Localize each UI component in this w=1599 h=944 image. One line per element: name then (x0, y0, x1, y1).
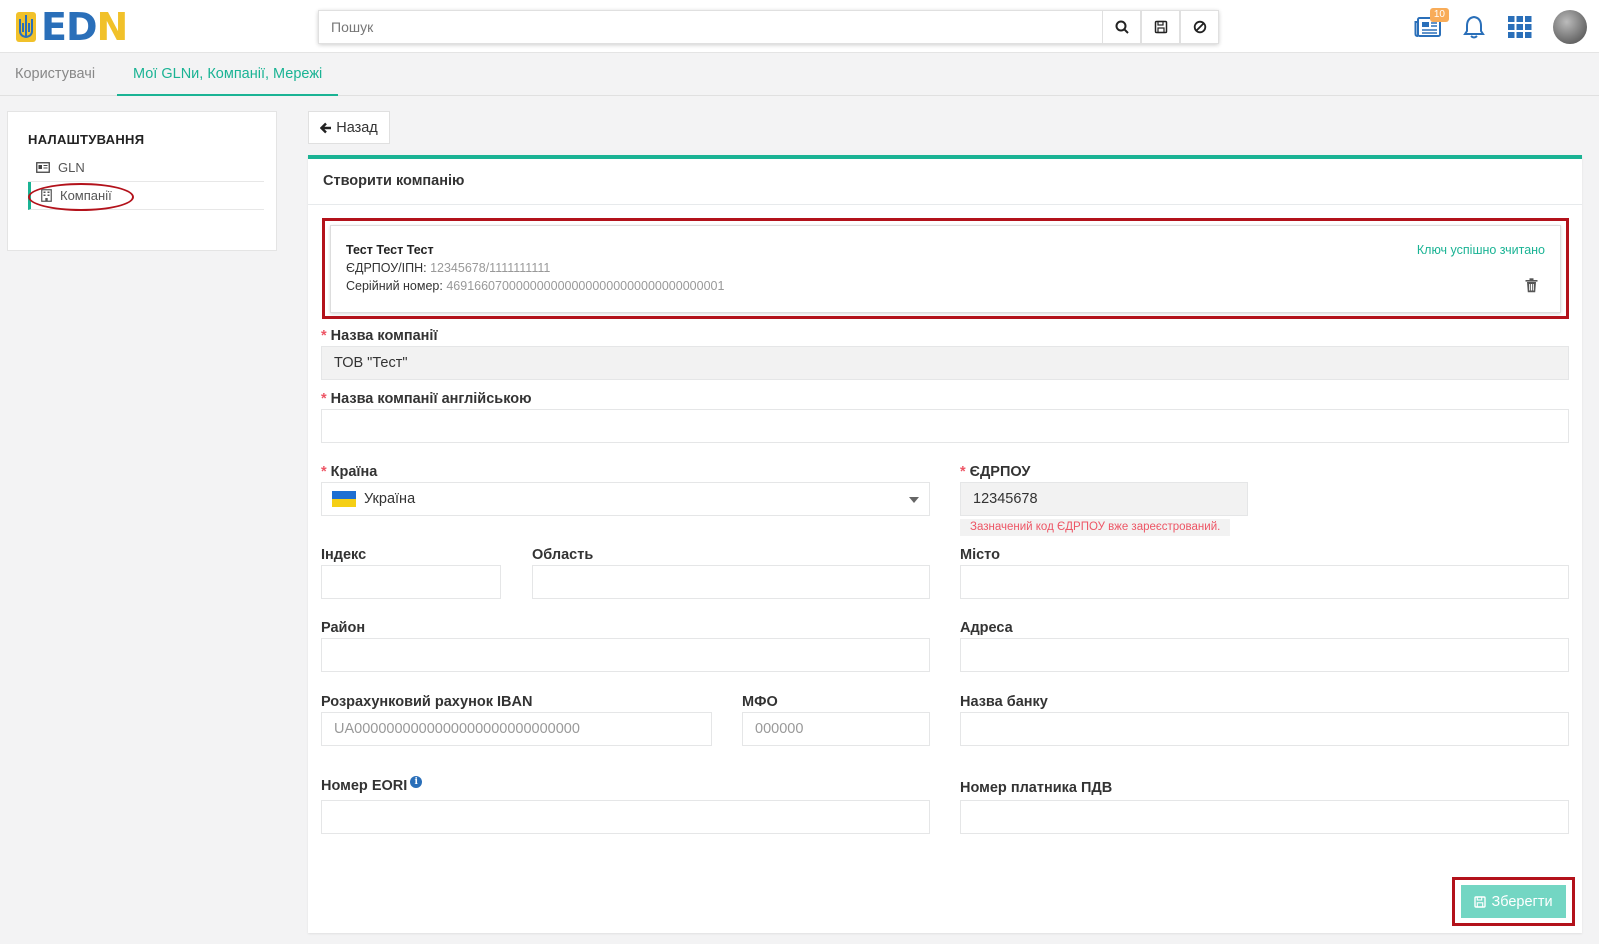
region-label: Область (532, 547, 594, 563)
mfo-field[interactable]: 000000 (742, 712, 930, 746)
back-button[interactable]: Назад (308, 111, 390, 144)
tab-users[interactable]: Користувачі (15, 53, 95, 96)
company-name-field[interactable]: ТОВ "Тест" (321, 346, 1569, 380)
logo-letters-yellow: N (96, 5, 129, 49)
floppy-icon (1154, 20, 1167, 34)
settings-sidebar: НАЛАШТУВАННЯ GLN Компанії (7, 111, 277, 251)
sidebar-title: НАЛАШТУВАННЯ (28, 132, 145, 147)
logo-text: EDN (41, 8, 128, 46)
save-search-button[interactable] (1141, 10, 1180, 44)
city-field[interactable] (960, 565, 1569, 599)
sidebar-item-gln[interactable]: GLN (28, 154, 264, 182)
mfo-label: МФО (742, 694, 778, 710)
vat-number-label: Номер платника ПДВ (960, 780, 1113, 796)
top-header: EDN 10 (0, 0, 1599, 53)
country-value: Україна (364, 491, 416, 507)
grid-icon (1508, 16, 1532, 38)
key-edrpou-label: ЄДРПОУ/ІПН: (346, 261, 427, 275)
search-icon (1115, 20, 1129, 34)
key-serial-value: 4691660700000000000000000000000000000001 (446, 279, 725, 293)
address-field[interactable] (960, 638, 1569, 672)
tab-my-gln[interactable]: Мої GLNи, Компанії, Мережі (117, 53, 339, 96)
floppy-icon (1474, 895, 1487, 908)
company-name-en-field[interactable] (321, 409, 1569, 443)
key-serial-line: Серійний номер: 469166070000000000000000… (346, 279, 724, 293)
info-icon[interactable]: i (410, 776, 423, 788)
company-name-label: * Назва компанії (321, 328, 438, 344)
bank-name-label: Назва банку (960, 694, 1048, 710)
save-highlight-frame: Зберегти (1452, 877, 1575, 926)
user-avatar[interactable] (1553, 10, 1587, 44)
eori-label: Номер EORI i (321, 776, 423, 794)
save-label: Зберегти (1491, 893, 1553, 910)
eori-field[interactable] (321, 800, 930, 834)
eori-label-text: Номер EORI (321, 777, 408, 794)
key-owner: Тест Тест Тест (346, 243, 434, 257)
card-title: Створити компанію (323, 173, 465, 189)
country-label: * Країна (321, 464, 378, 480)
bell-icon (1463, 15, 1485, 39)
company-name-label-text: Назва компанії (330, 328, 438, 344)
edrpou-error: Зазначений код ЄДРПОУ вже зареєстрований… (960, 519, 1231, 536)
edrpou-field[interactable]: 12345678 (960, 482, 1248, 516)
apps-button[interactable] (1505, 12, 1535, 42)
news-badge: 10 (1429, 8, 1449, 22)
index-label: Індекс (321, 547, 367, 563)
iban-field[interactable]: UA0000000000000000000000000000 (321, 712, 712, 746)
search-input[interactable] (318, 10, 1102, 44)
ukraine-flag-icon (332, 491, 356, 507)
chevron-down-icon (909, 497, 919, 503)
notifications-button[interactable] (1459, 12, 1489, 42)
key-edrpou-line: ЄДРПОУ/ІПН: 12345678/1111111111 (346, 261, 550, 275)
country-label-text: Країна (330, 464, 378, 480)
save-button[interactable]: Зберегти (1461, 885, 1566, 918)
trident-icon (16, 12, 36, 42)
key-edrpou-value: 12345678/1111111111 (430, 261, 551, 275)
highlight-ellipse (28, 183, 134, 211)
company-name-en-label: * Назва компанії англійською (321, 391, 532, 407)
vat-number-field[interactable] (960, 800, 1569, 834)
trash-icon[interactable] (1525, 278, 1538, 293)
company-name-en-label-text: Назва компанії англійською (330, 391, 532, 407)
key-highlight-frame: Тест Тест Тест ЄДРПОУ/ІПН: 12345678/1111… (322, 218, 1569, 319)
search-bar (318, 10, 1219, 44)
district-field[interactable] (321, 638, 930, 672)
country-select[interactable]: Україна (321, 482, 930, 516)
index-field[interactable] (321, 565, 501, 599)
city-label: Місто (960, 547, 1000, 563)
key-serial-label: Серійний номер: (346, 279, 443, 293)
key-status: Ключ успішно зчитано (1416, 243, 1545, 257)
id-card-icon (36, 162, 50, 173)
card-divider (308, 204, 1582, 205)
clear-search-button[interactable] (1180, 10, 1219, 44)
search-button[interactable] (1102, 10, 1141, 44)
edrpou-label: * ЄДРПОУ (960, 464, 1031, 480)
address-label: Адреса (960, 620, 1013, 636)
news-button[interactable]: 10 (1413, 8, 1449, 42)
logo-letters-blue: ED (41, 5, 98, 49)
district-label: Район (321, 620, 366, 636)
create-company-card: Створити компанію Тест Тест Тест ЄДРПОУ/… (308, 155, 1582, 933)
sidebar-item-label: GLN (58, 160, 85, 175)
bank-name-field[interactable] (960, 712, 1569, 746)
iban-label: Розрахунковий рахунок IBAN (321, 694, 533, 710)
edin-logo[interactable]: EDN (15, 8, 128, 46)
arrow-left-icon (320, 122, 332, 133)
key-info-panel: Тест Тест Тест ЄДРПОУ/ІПН: 12345678/1111… (330, 225, 1561, 313)
tab-bar: Користувачі Мої GLNи, Компанії, Мережі (0, 53, 1599, 96)
region-field[interactable] (532, 565, 930, 599)
edrpou-label-text: ЄДРПОУ (969, 464, 1031, 480)
ban-icon (1193, 20, 1206, 34)
back-label: Назад (336, 119, 378, 136)
